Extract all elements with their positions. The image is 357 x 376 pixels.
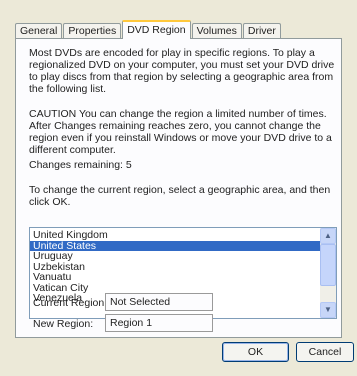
tab-dvd-region[interactable]: DVD Region: [122, 20, 191, 39]
new-region-label: New Region:: [33, 318, 94, 330]
list-item[interactable]: United States: [30, 240, 323, 251]
cancel-button[interactable]: Cancel: [296, 342, 354, 362]
list-item[interactable]: Uruguay: [30, 251, 323, 262]
region-list-scrollbar[interactable]: ▲ ▼: [320, 228, 336, 318]
list-item[interactable]: Vanuatu: [30, 272, 323, 283]
ok-button[interactable]: OK: [222, 342, 289, 362]
instruction-text: To change the current region, select a g…: [29, 184, 331, 208]
tab-properties[interactable]: Properties: [63, 23, 122, 39]
scroll-down-icon[interactable]: ▼: [320, 302, 336, 318]
tab-general[interactable]: General: [15, 23, 63, 39]
caution-text: CAUTION You can change the region a limi…: [29, 108, 332, 156]
dvd-properties-dialog: General Properties DVD Region Volumes Dr…: [0, 0, 357, 376]
current-region-field: Not Selected: [105, 293, 213, 311]
tab-driver[interactable]: Driver: [242, 23, 281, 39]
tab-volumes[interactable]: Volumes: [191, 23, 242, 39]
scroll-up-icon[interactable]: ▲: [320, 228, 336, 244]
tab-strip: General Properties DVD Region Volumes Dr…: [15, 20, 282, 39]
scroll-thumb[interactable]: [320, 244, 336, 286]
list-item[interactable]: Uzbekistan: [30, 261, 323, 273]
new-region-field: Region 1: [105, 314, 213, 332]
changes-remaining-text: Changes remaining: 5: [29, 159, 132, 171]
intro-text: Most DVDs are encoded for play in specif…: [29, 47, 335, 95]
current-region-label: Current Region:: [33, 297, 108, 309]
list-item[interactable]: United Kingdom: [30, 230, 323, 241]
